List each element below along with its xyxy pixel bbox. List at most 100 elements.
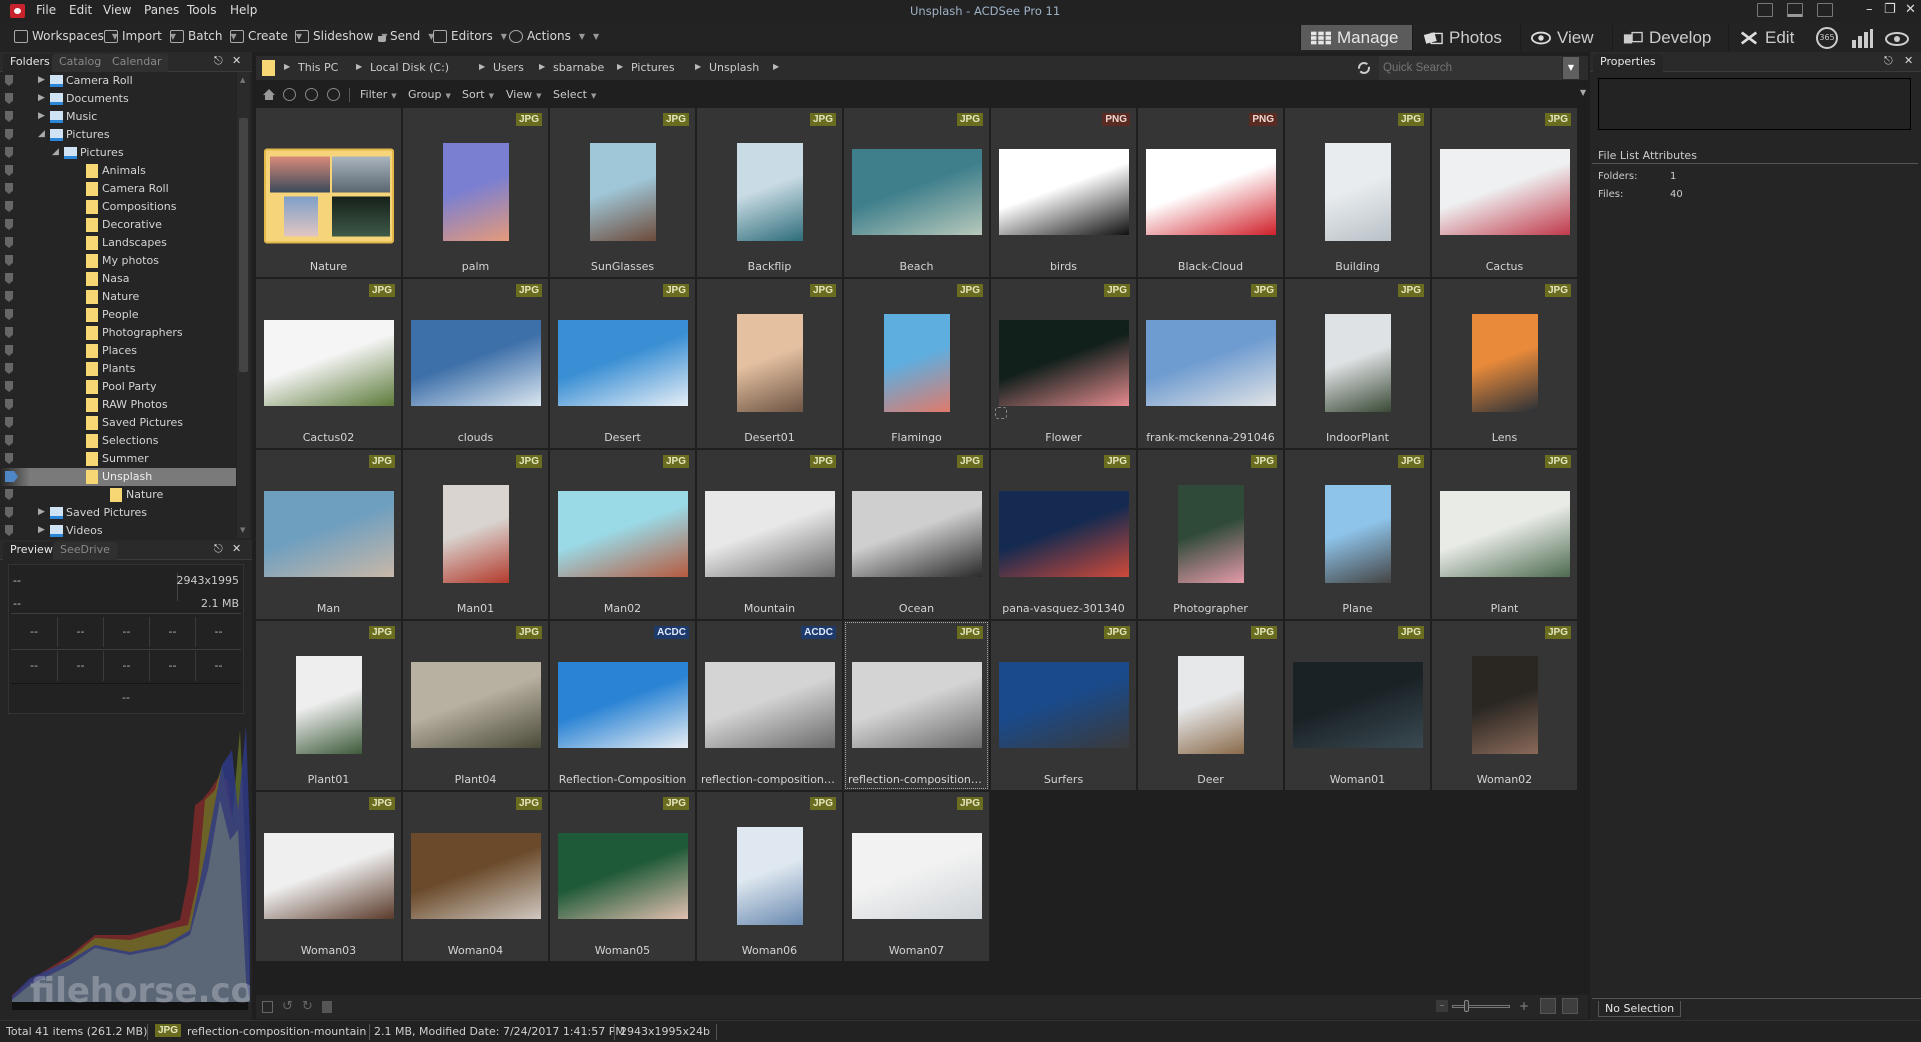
image-thumbnail[interactable]: JPG Woman04 — [403, 792, 548, 961]
image-thumbnail[interactable]: JPG Plant — [1432, 450, 1577, 619]
breadcrumb-separator-icon[interactable]: ▶ — [773, 62, 779, 71]
tree-item[interactable]: ◢Unsplash — [0, 468, 236, 486]
image-thumbnail[interactable]: JPG Woman01 — [1285, 621, 1430, 790]
color-label-icon[interactable] — [5, 75, 13, 86]
color-label-icon[interactable] — [5, 471, 18, 482]
privacy-icon[interactable] — [1884, 28, 1910, 48]
color-label-icon[interactable] — [5, 255, 13, 266]
image-thumbnail[interactable]: JPG frank-mckenna-291046 — [1138, 279, 1283, 448]
mode-manage-button[interactable]: Manage — [1300, 25, 1412, 50]
home-icon[interactable] — [262, 88, 276, 101]
menu-panes[interactable]: Panes — [144, 3, 179, 17]
restore-icon[interactable]: ❐ — [1884, 2, 1896, 17]
tree-item[interactable]: ▶Pool Party — [0, 378, 236, 396]
breadcrumb-separator-icon[interactable]: ▶ — [479, 62, 485, 71]
menu-help[interactable]: Help — [230, 3, 257, 17]
mode-edit-button[interactable]: Edit — [1728, 25, 1810, 50]
tree-item[interactable]: ▶ Music — [0, 108, 236, 126]
image-thumbnail[interactable]: JPG Woman05 — [550, 792, 695, 961]
image-thumbnail[interactable]: JPG Lens — [1432, 279, 1577, 448]
slider-handle[interactable] — [1464, 1000, 1469, 1012]
image-thumbnail[interactable]: JPG Plant01 — [256, 621, 401, 790]
thumbnail-view-icon[interactable] — [1540, 998, 1556, 1014]
save-icon[interactable] — [262, 1001, 273, 1013]
tree-item[interactable]: Plants — [0, 360, 236, 378]
app-logo-icon[interactable] — [10, 4, 25, 18]
image-thumbnail[interactable]: JPG Woman03 — [256, 792, 401, 961]
tree-item[interactable]: ◢ Pictures — [0, 126, 236, 144]
tab-preview[interactable]: Preview — [3, 542, 60, 560]
view-menu[interactable]: View ▼ — [506, 88, 542, 101]
sort-menu[interactable]: Sort ▼ — [462, 88, 494, 101]
select-menu[interactable]: Select ▼ — [553, 88, 596, 101]
tree-item[interactable]: ▶Landscapes — [0, 234, 236, 252]
image-thumbnail[interactable]: PNG Black-Cloud — [1138, 108, 1283, 277]
breadcrumb-separator-icon[interactable]: ▶ — [539, 62, 545, 71]
create-button[interactable]: Create ▼ — [230, 29, 302, 43]
folder-thumbnail[interactable]: Nature — [256, 108, 401, 277]
color-label-icon[interactable] — [5, 237, 13, 248]
batch-button[interactable]: Batch ▼ — [170, 29, 237, 43]
image-thumbnail[interactable]: JPG Man02 — [550, 450, 695, 619]
image-thumbnail[interactable]: JPG Man01 — [403, 450, 548, 619]
color-label-icon[interactable] — [5, 327, 13, 338]
tree-item[interactable]: Saved Pictures — [0, 414, 236, 432]
image-thumbnail[interactable]: JPG Plant04 — [403, 621, 548, 790]
group-menu[interactable]: Group ▼ — [408, 88, 451, 101]
tree-item[interactable]: Selections — [0, 432, 236, 450]
refresh-icon[interactable] — [1357, 61, 1371, 75]
tree-item[interactable]: Places — [0, 342, 236, 360]
image-thumbnail[interactable]: JPG Beach — [844, 108, 989, 277]
image-thumbnail[interactable]: JPG Backflip — [697, 108, 842, 277]
image-thumbnail[interactable]: JPG SunGlasses — [550, 108, 695, 277]
color-label-icon[interactable] — [5, 363, 13, 374]
tree-item[interactable]: People — [0, 306, 236, 324]
image-thumbnail[interactable]: JPG Woman02 — [1432, 621, 1577, 790]
dashboard-icon[interactable] — [1850, 28, 1874, 48]
left-pane-toggle-icon[interactable] — [1757, 3, 1773, 17]
expand-icon[interactable]: ▶ — [38, 525, 45, 535]
color-label-icon[interactable] — [5, 525, 13, 536]
color-label-icon[interactable] — [5, 489, 13, 500]
color-label-icon[interactable] — [5, 111, 13, 122]
menu-file[interactable]: File — [36, 3, 56, 17]
close-panel-icon[interactable]: ✕ — [1904, 54, 1913, 67]
mode-develop-button[interactable]: Develop — [1612, 25, 1728, 50]
image-thumbnail[interactable]: JPG reflection-composition-... — [844, 621, 989, 790]
image-thumbnail[interactable]: JPG Desert — [550, 279, 695, 448]
breadcrumb-separator-icon[interactable]: ▶ — [617, 62, 623, 71]
tree-item[interactable]: Photographers — [0, 324, 236, 342]
color-label-icon[interactable] — [5, 201, 13, 212]
filter-menu[interactable]: Filter ▼ — [360, 88, 397, 101]
image-thumbnail[interactable]: JPG Flamingo — [844, 279, 989, 448]
close-panel-icon[interactable]: ✕ — [232, 54, 241, 67]
collapse-icon[interactable]: ◢ — [38, 129, 45, 139]
tree-item[interactable]: Nature — [0, 486, 236, 504]
image-thumbnail[interactable]: JPG Man — [256, 450, 401, 619]
tree-item[interactable]: ▶ Saved Pictures — [0, 504, 236, 522]
collapse-icon[interactable]: ◢ — [52, 147, 59, 157]
image-thumbnail[interactable]: JPG palm — [403, 108, 548, 277]
image-thumbnail[interactable]: JPG Surfers — [991, 621, 1136, 790]
breadcrumb-item[interactable]: Users — [493, 61, 524, 74]
color-label-icon[interactable] — [5, 129, 13, 140]
tree-item[interactable]: ▶Compositions — [0, 198, 236, 216]
details-view-icon[interactable] — [1562, 998, 1578, 1014]
tab-calendar[interactable]: Calendar — [105, 54, 169, 72]
image-thumbnail[interactable]: JPG Cactus — [1432, 108, 1577, 277]
color-label-icon[interactable] — [5, 453, 13, 464]
tree-item[interactable]: Decorative — [0, 216, 236, 234]
image-thumbnail[interactable]: ACDC reflection-composition-... — [697, 621, 842, 790]
close-icon[interactable]: ✕ — [1905, 2, 1916, 17]
tab-folders[interactable]: Folders — [3, 54, 57, 72]
tab-properties[interactable]: Properties — [1593, 54, 1663, 72]
breadcrumb-item[interactable]: This PC — [298, 61, 338, 74]
close-panel-icon[interactable]: ✕ — [232, 542, 241, 555]
image-thumbnail[interactable]: JPG clouds — [403, 279, 548, 448]
zoom-in-icon[interactable]: + — [1518, 1000, 1530, 1012]
mode-view-button[interactable]: View — [1520, 25, 1612, 50]
menu-tools[interactable]: Tools — [187, 3, 217, 17]
expand-icon[interactable]: ▶ — [38, 111, 45, 121]
breadcrumb-item[interactable]: Unsplash — [709, 61, 759, 74]
breadcrumb-separator-icon[interactable]: ▶ — [695, 62, 701, 71]
